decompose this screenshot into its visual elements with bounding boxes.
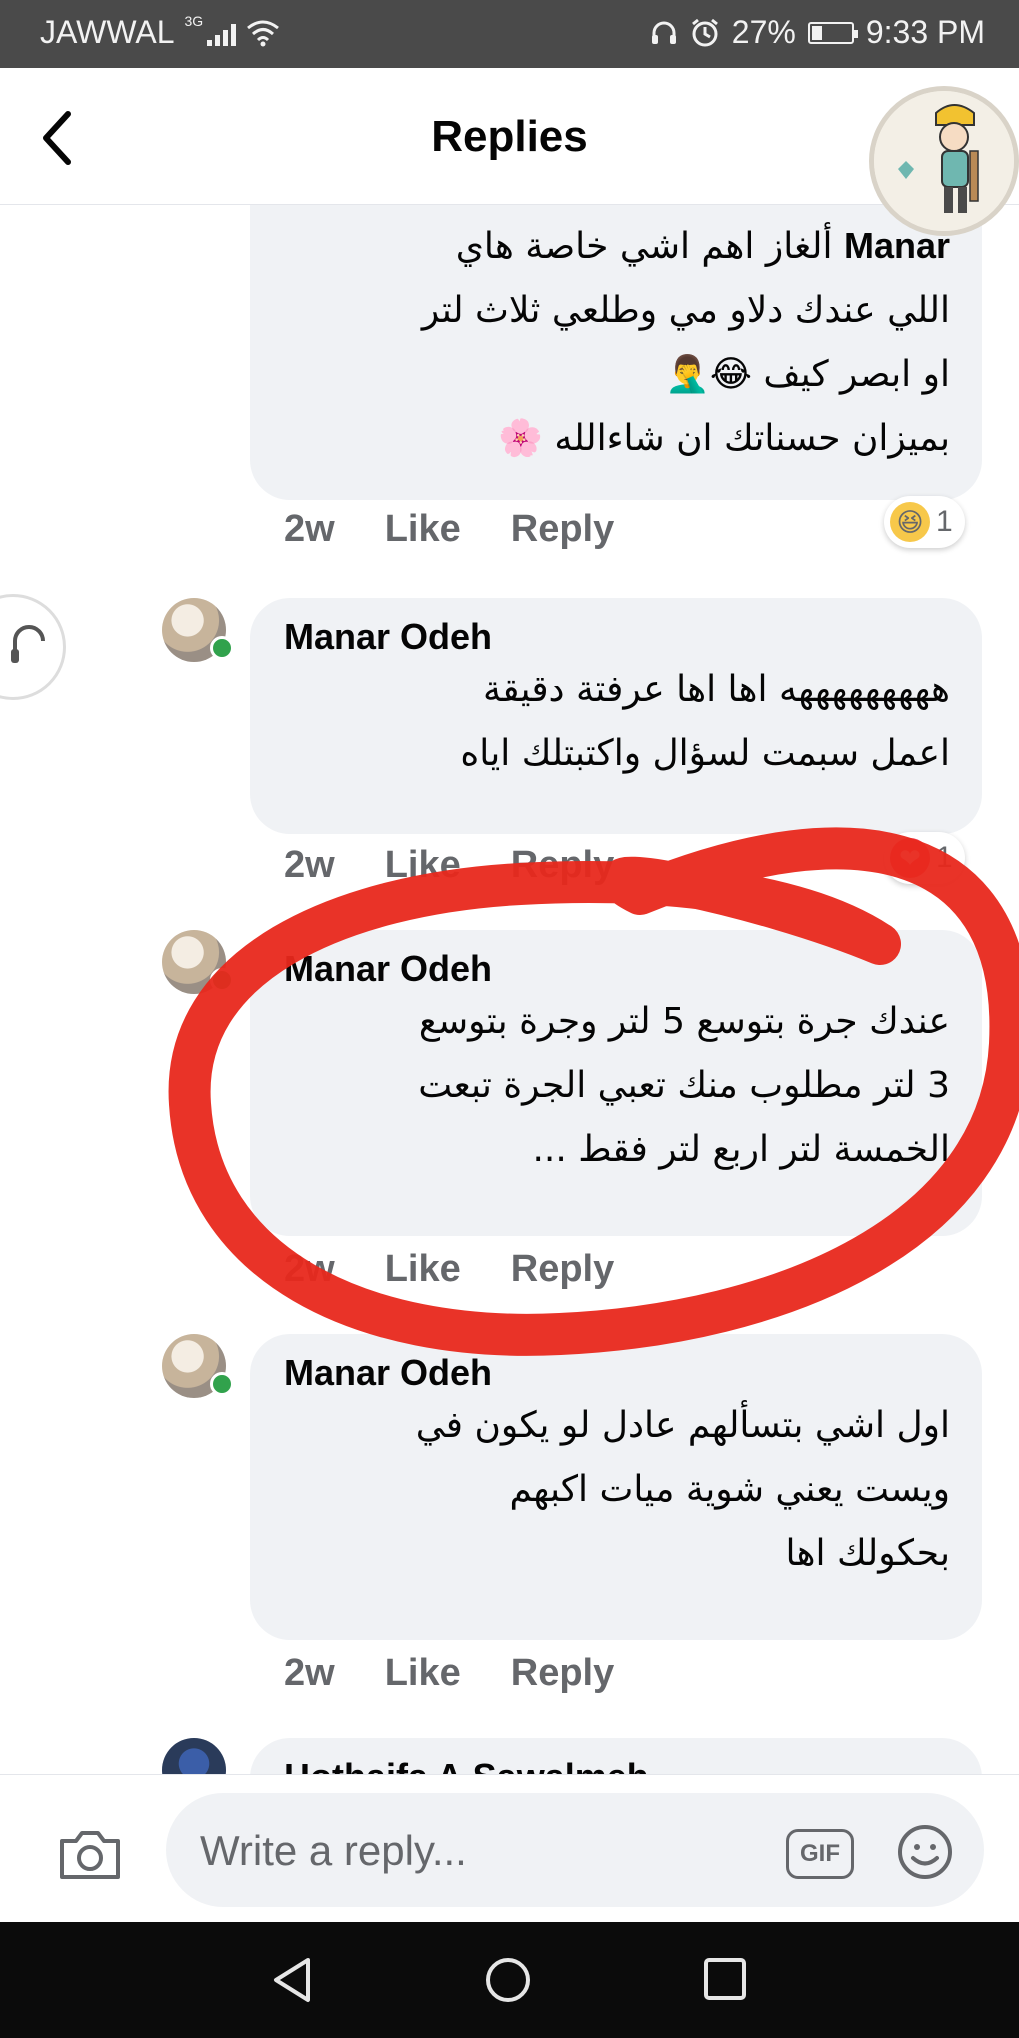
comment-actions: 2w Like Reply [284, 508, 614, 551]
carrier-label: JAWWAL [40, 14, 175, 50]
haha-reaction-icon: 😆 [890, 502, 930, 542]
comment-actions: 2w Like Reply [284, 1248, 614, 1291]
comment-time: 2w [284, 1248, 335, 1290]
reply-input[interactable]: Write a reply... GIF [166, 1793, 984, 1907]
online-indicator [210, 1372, 234, 1396]
nav-recents-icon[interactable] [702, 1956, 748, 2002]
gif-button[interactable]: GIF [786, 1829, 854, 1879]
online-indicator [210, 968, 234, 992]
status-bar: JAWWAL 3G 27% 9:33 PM [0, 0, 1019, 68]
comment-line: بحكولك اها [785, 1533, 950, 1574]
comment-time: 2w [284, 844, 335, 886]
page-title: Replies [431, 112, 588, 161]
battery-icon [807, 21, 858, 44]
comment-line: الخمسة لتر اربع لتر فقط ... [532, 1129, 950, 1170]
comment-bubble: Manar ألغاز اهم اشي خاصة هاي اللي عندك د… [250, 204, 982, 500]
comment-bubble: Manar Odeh هههههههههه اها اها عرفتة دقيق… [250, 598, 982, 834]
comment-author[interactable]: Hothaifa A.Sawalmeh [284, 1756, 950, 1774]
like-button[interactable]: Like [385, 1652, 461, 1695]
like-button[interactable]: Like [385, 844, 461, 887]
like-button[interactable]: Like [385, 1248, 461, 1291]
network-type: 3G [184, 12, 204, 29]
profile-avatar[interactable] [869, 86, 1019, 236]
floating-widget[interactable] [0, 594, 66, 700]
comment-author[interactable]: Manar Odeh [284, 948, 950, 990]
reply-button[interactable]: Reply [511, 844, 614, 887]
comment-line: Manar ألغاز اهم اشي خاصة هاي [284, 214, 950, 279]
signal-icon [207, 20, 237, 46]
comment-bubble: Hothaifa A.Sawalmeh [250, 1738, 982, 1774]
reaction-badge[interactable]: 😆 1 [884, 496, 965, 548]
clock: 9:33 PM [865, 14, 985, 50]
comment-line: اعمل سبمت لسؤال واكتبتلك اياه [460, 733, 950, 774]
comment-line: عندك جرة بتوسع 5 لتر وجرة بتوسع [418, 1001, 950, 1042]
reply-button[interactable]: Reply [511, 1652, 614, 1695]
reply-composer: Write a reply... GIF [0, 1774, 1019, 1923]
nav-back-icon[interactable] [270, 1956, 314, 2004]
like-button[interactable]: Like [385, 508, 461, 551]
comment-line: 3 لتر مطلوب منك تعبي الجرة تبعت [418, 1065, 950, 1106]
comment-author[interactable]: Manar Odeh [284, 616, 950, 658]
comment-text: ألغاز اهم اشي خاصة هاي [455, 226, 833, 267]
reaction-count: 1 [936, 505, 953, 538]
comment-line: او ابصر كيف 😂🤦‍♂️ [665, 354, 950, 395]
wifi-icon [247, 20, 280, 46]
headphones-icon [11, 625, 45, 663]
comment-line: ويست يعني شوية ميات اكبهم [509, 1469, 950, 1510]
love-reaction-icon: ❤ [890, 838, 930, 878]
system-nav-bar [0, 1922, 1019, 2038]
reply-button[interactable]: Reply [511, 508, 614, 551]
comment-time: 2w [284, 508, 335, 550]
emoji-icon[interactable] [896, 1823, 954, 1881]
comment-author[interactable]: Manar Odeh [284, 1352, 950, 1394]
comment-bubble: Manar Odeh اول اشي بتسألهم عادل لو يكون … [250, 1334, 982, 1640]
avatar[interactable] [162, 1738, 226, 1774]
comment-actions: 2w Like Reply [284, 844, 614, 887]
reaction-count: 1 [936, 841, 953, 874]
online-indicator [210, 636, 234, 660]
alarm-icon [691, 18, 718, 46]
reaction-badge[interactable]: ❤ 1 [884, 832, 965, 884]
comment-time: 2w [284, 1652, 335, 1694]
reply-placeholder: Write a reply... [200, 1827, 467, 1874]
nav-home-icon[interactable] [484, 1956, 532, 2004]
camera-icon[interactable] [56, 1827, 124, 1881]
replies-header: Replies [0, 68, 1019, 236]
reply-button[interactable]: Reply [511, 1248, 614, 1291]
battery-percent: 27% [731, 14, 796, 50]
comment-bubble: Manar Odeh عندك جرة بتوسع 5 لتر وجرة بتو… [250, 930, 982, 1236]
comment-line: اول اشي بتسألهم عادل لو يكون في [415, 1405, 950, 1446]
comments-feed[interactable]: Manar ألغاز اهم اشي خاصة هاي اللي عندك د… [0, 204, 1019, 1774]
engineer-sticker-icon [874, 91, 1014, 231]
headset-icon [651, 21, 676, 44]
comment-line: اللي عندك دلاو مي وطلعي ثلاث لتر [421, 290, 950, 331]
comment-line: هههههههههه اها اها عرفتة دقيقة [482, 669, 950, 710]
comment-actions: 2w Like Reply [284, 1652, 614, 1695]
comment-line: بميزان حسناتك ان شاءالله 🌸 [498, 418, 950, 459]
